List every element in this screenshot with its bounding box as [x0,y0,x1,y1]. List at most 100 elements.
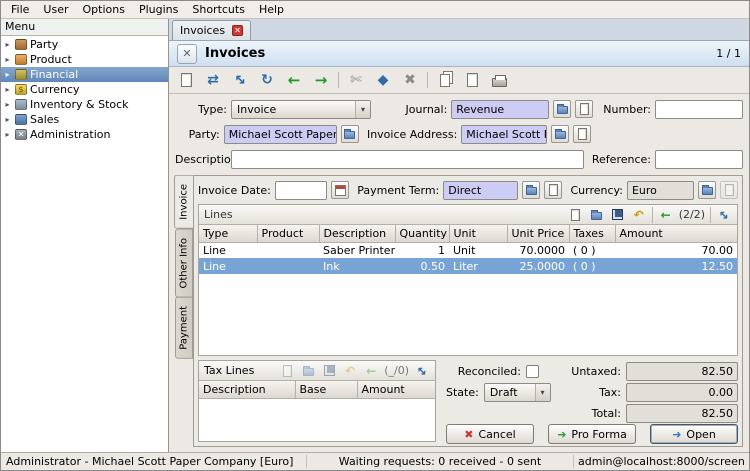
menu-shortcuts[interactable]: Shortcuts [185,2,252,17]
tax-lines-empty-area[interactable] [199,398,435,441]
sidebar-item-inventory[interactable]: ▸ Inventory & Stock [1,97,168,112]
expander-icon[interactable]: ▸ [3,70,12,79]
sidebar-item-financial[interactable]: ▸ Financial [1,67,168,82]
switch-view-icon[interactable]: ⇄ [203,70,223,90]
col-header-type[interactable]: Type [199,225,258,243]
line-previous-icon[interactable]: ← [658,207,674,223]
sidebar-item-party[interactable]: ▸ Party [1,37,168,52]
tab-other-info[interactable]: Other Info [175,228,193,298]
col-header-amount[interactable]: Amount [614,225,737,243]
journal-field[interactable]: Revenue [451,99,550,119]
currency-field[interactable]: Euro [626,180,694,200]
menu-file[interactable]: File [4,2,36,17]
col-header-unit[interactable]: Unit [448,225,508,243]
reload-icon[interactable]: ↻ [257,70,277,90]
sidebar-item-sales[interactable]: ▸ Sales [1,112,168,127]
tab-invoice[interactable]: Invoice [174,175,193,229]
open-button[interactable]: ➜ Open [650,424,738,444]
line-expand-icon[interactable]: ↔ [713,203,736,226]
previous-icon[interactable]: ← [284,70,304,90]
payment-term-new-button[interactable] [544,181,563,199]
description-field[interactable] [231,149,584,169]
pro-forma-label: Pro Forma [571,427,627,441]
table-row-selected[interactable]: Line Ink 0.50 Liter 25.0000 ( 0 ) 12.50 [199,258,737,274]
col-header-base[interactable]: Base [294,381,358,399]
expander-icon[interactable]: ▸ [3,55,12,64]
cancel-button[interactable]: ✖ Cancel [446,424,534,444]
cell-taxes: ( 0 ) [569,258,615,274]
col-header-description[interactable]: Description [199,381,296,399]
chevron-down-icon: ▾ [534,384,550,401]
pro-forma-button[interactable]: ➜ Pro Forma [548,424,636,444]
export-icon[interactable] [462,70,482,90]
tax-expand-icon[interactable]: ↔ [411,359,434,382]
number-field[interactable] [655,99,743,119]
tab-close-icon[interactable]: ✕ [232,25,244,36]
tabbar: Invoices ✕ [169,19,749,41]
tax-undo-icon[interactable]: ↶ [342,363,358,379]
tax-lines-group: Tax Lines ↶ ← (_/0) ↔ Description Base A… [198,360,436,442]
line-undo-icon[interactable]: ↶ [631,207,647,223]
print-icon[interactable] [489,70,509,90]
tax-open-icon[interactable] [300,363,316,379]
reference-field[interactable] [655,149,743,169]
col-header-taxes[interactable]: Taxes [568,225,616,243]
duplicate-icon[interactable] [435,70,455,90]
invoice-address-field[interactable]: Michael Scott Paper Co [461,124,547,144]
currency-new-button[interactable] [720,181,738,199]
calendar-button[interactable] [331,181,350,199]
line-save-icon[interactable] [610,207,626,223]
tax-new-icon[interactable] [279,363,295,379]
col-header-description[interactable]: Description [318,225,396,243]
table-row[interactable]: Line Saber Printer 1 Unit 70.0000 ( 0 ) … [199,242,737,258]
cell-description: Ink [319,258,395,274]
sidebar-item-label: Product [30,53,72,66]
sidebar-item-administration[interactable]: ▸ ✕ Administration [1,127,168,142]
col-header-quantity[interactable]: Quantity [394,225,450,243]
expander-icon[interactable]: ▸ [3,100,12,109]
delete-icon[interactable]: ✖ [400,70,420,90]
state-select[interactable]: Draft ▾ [483,383,551,402]
tax-previous-icon[interactable]: ← [363,363,379,379]
attach-icon[interactable]: ✄ [346,70,366,90]
expander-icon[interactable]: ▸ [3,40,12,49]
line-open-icon[interactable] [589,207,605,223]
tax-field: 0.00 [626,383,738,402]
menu-options[interactable]: Options [76,2,132,17]
expander-icon[interactable]: ▸ [3,85,12,94]
menu-user[interactable]: User [36,2,75,17]
party-open-button[interactable] [340,125,359,143]
cell-taxes: ( 0 ) [573,243,596,257]
form-tools-icon[interactable]: ✕ [177,43,197,64]
reconciled-checkbox[interactable] [526,365,539,378]
expander-icon[interactable]: ▸ [3,130,12,139]
line-new-icon[interactable] [568,207,584,223]
menu-plugins[interactable]: Plugins [132,2,185,17]
new-icon[interactable] [176,70,196,90]
cancel-icon: ✖ [464,427,474,441]
sidebar-item-currency[interactable]: ▸ $ Currency [1,82,168,97]
invoice-date-field[interactable] [274,180,328,200]
tab-payment[interactable]: Payment [175,297,193,360]
col-header-unit-price[interactable]: Unit Price [506,225,570,243]
menu-help[interactable]: Help [252,2,291,17]
col-header-product[interactable]: Product [256,225,320,243]
invoice-address-open-button[interactable] [551,125,569,143]
payment-term-field[interactable]: Direct [443,180,519,200]
next-icon[interactable]: → [311,70,331,90]
journal-open-button[interactable] [553,100,572,118]
payment-term-open-button[interactable] [522,181,541,199]
sales-icon [15,114,27,125]
note-icon[interactable]: ◆ [373,70,393,90]
col-header-amount[interactable]: Amount [356,381,435,399]
fullscreen-icon[interactable]: ↔ [226,66,254,94]
tab-invoices[interactable]: Invoices ✕ [172,20,252,40]
type-select[interactable]: Invoice ▾ [231,99,371,119]
party-field[interactable]: Michael Scott Paper Co [223,124,337,144]
tax-save-icon[interactable] [321,363,337,379]
currency-open-button[interactable] [698,181,716,199]
sidebar-item-product[interactable]: ▸ Product [1,52,168,67]
expander-icon[interactable]: ▸ [3,115,12,124]
invoice-address-new-button[interactable] [573,125,591,143]
journal-new-button[interactable] [575,100,594,118]
